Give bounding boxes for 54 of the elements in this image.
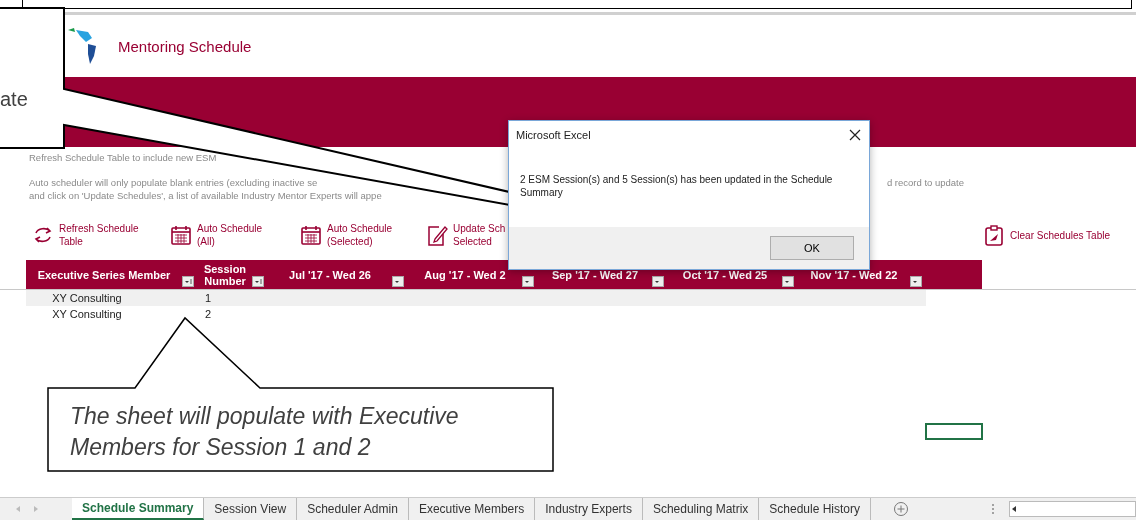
edit-icon — [426, 224, 448, 246]
next-icon[interactable] — [32, 505, 40, 513]
instruction-text: and click on 'Update Schedules', a list of available Industry Mentor Experts will appe — [29, 189, 382, 202]
filter-button[interactable] — [522, 276, 534, 287]
table-cell: XY Consulting — [52, 292, 122, 304]
callout-text: ate — [0, 88, 28, 111]
instruction-text: Refresh Schedule Table to include new ESM — [29, 151, 217, 164]
close-button[interactable] — [849, 129, 861, 141]
sheet-tab[interactable]: Executive Members — [408, 498, 536, 520]
column-header: Oct '17 - Wed 25 — [682, 268, 768, 281]
toolbar-button[interactable]: Auto Schedule (All) — [170, 222, 300, 248]
dialog-message: 2 ESM Session(s) and 5 Session(s) has been updated in the Schedule Summary — [520, 174, 833, 198]
dropdown-icon — [253, 277, 263, 286]
filter-button[interactable] — [652, 276, 664, 287]
column-header: Sep '17 - Wed 27 — [551, 268, 639, 281]
callout-text: The sheet will populate with Executive Members for Session 1 and 2 — [70, 402, 460, 462]
filter-button[interactable] — [782, 276, 794, 287]
filter-button[interactable] — [392, 276, 404, 287]
table-cell: XY Consulting — [52, 308, 122, 320]
sheet-tab[interactable]: Scheduler Admin — [297, 498, 409, 520]
filter-button[interactable] — [182, 276, 194, 287]
toolbar-button[interactable]: Auto Schedule (Selected) — [300, 222, 426, 248]
column-header: Nov '17 - Wed 22 — [810, 268, 898, 281]
sheet-tab[interactable]: Industry Experts — [535, 498, 643, 520]
calendar-icon — [170, 224, 192, 246]
column-header: Session Number — [202, 262, 248, 287]
ok-button[interactable]: OK — [770, 236, 854, 260]
instruction-text: Auto scheduler will only populate blank entries (excluding inactive se — [29, 176, 318, 189]
selected-cell[interactable] — [925, 423, 983, 440]
app-title: Mentoring Schedule — [118, 37, 252, 55]
dialog-title: Microsoft Excel — [516, 129, 591, 141]
toolbar-button[interactable]: Update Sch Selected — [426, 222, 556, 248]
calendar-icon — [300, 224, 322, 246]
filter-button[interactable] — [910, 276, 922, 287]
sheet-tab[interactable]: Schedule History — [759, 498, 871, 520]
sheet-tab[interactable]: Scheduling Matrix — [642, 498, 760, 520]
sheet-tab[interactable]: Schedule Summary — [72, 498, 205, 520]
column-header: Executive Series Member — [37, 268, 171, 281]
scroll-left-icon[interactable] — [1010, 505, 1018, 513]
sheet-tab[interactable]: Session View — [204, 498, 298, 520]
column-header: Aug '17 - Wed 2 — [424, 268, 506, 281]
clipboard-icon — [983, 224, 1006, 246]
splitter-icon[interactable] — [991, 503, 995, 515]
dropdown-icon — [183, 277, 193, 286]
table-cell: 1 — [204, 292, 212, 304]
add-sheet-icon[interactable] — [893, 501, 909, 517]
previous-icon[interactable] — [14, 505, 22, 513]
table-cell: 2 — [204, 308, 212, 320]
toolbar-button[interactable]: Refresh Schedule Table — [32, 222, 170, 248]
toolbar-button[interactable]: Clear Schedules Table — [983, 224, 1110, 246]
horizontal-scrollbar[interactable] — [1009, 501, 1136, 517]
instruction-text: d record to update — [886, 176, 964, 189]
column-header: Jul '17 - Wed 26 — [289, 268, 371, 281]
filter-button[interactable] — [252, 276, 264, 287]
